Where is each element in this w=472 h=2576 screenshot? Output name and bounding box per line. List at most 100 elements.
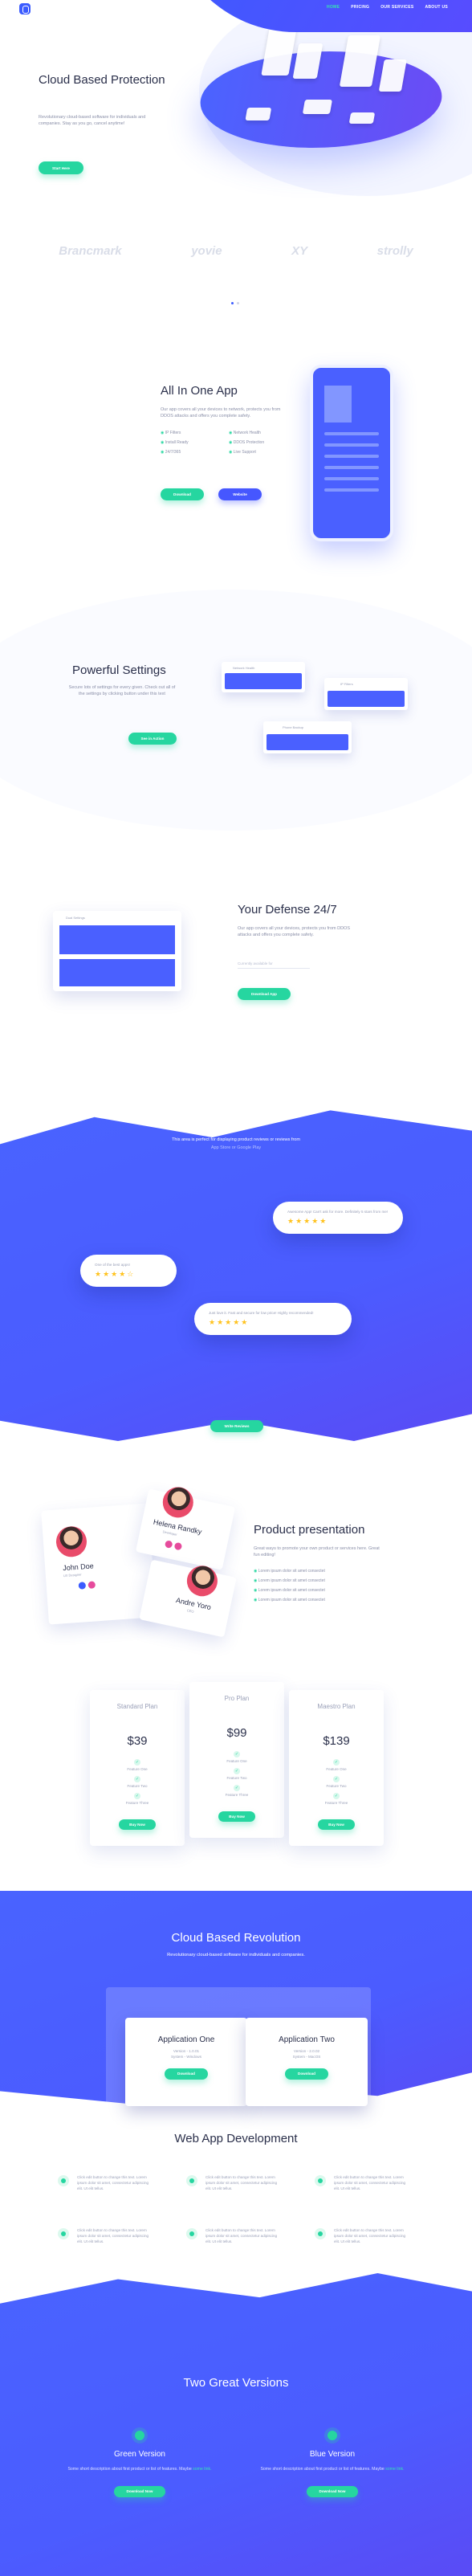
section-title: Powerful Settings — [72, 663, 166, 677]
platform-field[interactable]: Currently available for — [238, 959, 310, 969]
card-label: Dual Settings — [66, 916, 85, 920]
feature-block: Click edit button to change this text. L… — [58, 2228, 154, 2245]
check-item: Lorem ipsum dolor sit amet consectet — [254, 1576, 325, 1586]
feature-block: Click edit button to change this text. L… — [315, 2175, 411, 2192]
settings-card: Network Health — [222, 662, 305, 692]
app-name: Application One — [157, 2035, 215, 2044]
person-role: CEO — [186, 1608, 194, 1614]
version-link[interactable]: some link. — [193, 2467, 211, 2472]
brand-logo: strolly — [376, 244, 413, 258]
feature-item: 24/7/365 — [161, 450, 221, 455]
section-title: All In One App — [161, 384, 238, 398]
download-button[interactable]: Download — [161, 488, 204, 500]
card-label: Network Health — [233, 666, 255, 670]
version-icon — [328, 2431, 337, 2440]
landing-page: HOME PRICING OUR SERVICES ABOUT US Cloud… — [0, 0, 472, 2576]
download-now-button[interactable]: Download Now — [307, 2485, 358, 2497]
feature-icon — [315, 2228, 326, 2239]
feature-text: Click edit button to change this text. L… — [334, 2175, 406, 2190]
nav-link-home[interactable]: HOME — [327, 5, 340, 10]
feature-block: Click edit button to change this text. L… — [186, 2175, 283, 2192]
cloud-revolution-section: Cloud Based Revolution Revolutionary clo… — [0, 1891, 472, 2132]
carousel-dot[interactable] — [237, 302, 239, 304]
social-icons — [164, 1540, 183, 1551]
section-background-wave — [0, 2273, 472, 2576]
section-text: Great ways to promote your own product o… — [254, 1546, 380, 1558]
defense-section: Dual Settings Your Defense 24/7 Our app … — [0, 839, 472, 1080]
write-reviews-button[interactable]: Write Reviews — [210, 1420, 263, 1432]
feature-item: Install Ready — [161, 440, 221, 445]
avatar — [160, 1484, 197, 1521]
start-here-button[interactable]: Start Here — [39, 161, 83, 174]
feature-block: Click edit button to change this text. L… — [186, 2228, 283, 2245]
carousel-dot[interactable] — [231, 302, 234, 304]
feature-icon — [186, 2228, 197, 2239]
logo-icon[interactable] — [19, 3, 31, 14]
section-text: Our app covers all your devices to netwo… — [161, 407, 281, 419]
check-list: Lorem ipsum dolor sit amet consectet Lor… — [254, 1566, 325, 1605]
see-in-action-button[interactable]: See in Action — [128, 733, 177, 745]
instagram-icon[interactable] — [173, 1541, 183, 1551]
buy-now-button[interactable]: Buy Now — [318, 1819, 355, 1830]
nav-links: HOME PRICING OUR SERVICES ABOUT US — [327, 5, 448, 10]
download-app-button[interactable]: Download App — [238, 988, 291, 1000]
website-button[interactable]: Website — [218, 488, 262, 500]
settings-card: IP Filters — [324, 678, 408, 710]
section-title: Web App Development — [174, 2132, 298, 2145]
section-subtitle: Revolutionary cloud-based software for i… — [167, 1953, 305, 1958]
feature-text: Click edit button to change this text. L… — [77, 2175, 149, 2190]
pricing-section: Standard Plan $39 Feature One Feature Tw… — [0, 1658, 472, 1891]
plan-name: Maestro Plan — [317, 1703, 356, 1710]
app-system: System - MacOS — [292, 2054, 321, 2059]
brand-logo: XY — [291, 244, 308, 258]
review-bubble: Awesome App! Can't ask for more. Definit… — [273, 1202, 403, 1235]
profile-card: Andre Yoro CEO — [139, 1559, 237, 1638]
pricing-plan-pro: Pro Plan $99 Feature One Feature Two Fea… — [189, 1682, 284, 1838]
store-links[interactable]: App Store or Google Play — [0, 1145, 472, 1150]
check-item: Lorem ipsum dolor sit amet consectet — [254, 1566, 325, 1576]
plan-feature: Feature One — [189, 1759, 284, 1763]
plan-price: $39 — [127, 1734, 148, 1748]
feature-icon — [186, 2175, 197, 2186]
instagram-icon[interactable] — [87, 1581, 96, 1589]
section-text: Secure lots of settings for every given.… — [68, 685, 176, 697]
buy-now-button[interactable]: Buy Now — [218, 1811, 255, 1822]
hero-title: Cloud Based Protection — [39, 73, 165, 87]
nav-link-pricing[interactable]: PRICING — [351, 5, 369, 10]
download-now-button[interactable]: Download Now — [114, 2485, 165, 2497]
person-name: Helena Randky — [153, 1517, 203, 1537]
app-version: Version - 2.0.02 — [293, 2049, 320, 2053]
version-icon — [135, 2431, 144, 2440]
dual-settings-card: Dual Settings — [53, 911, 181, 991]
section-title: Product presentation — [254, 1523, 365, 1537]
buy-now-button[interactable]: Buy Now — [119, 1819, 156, 1830]
nav-link-about[interactable]: ABOUT US — [425, 5, 448, 10]
plan-feature: Feature Two — [189, 1776, 284, 1780]
download-button[interactable]: Download — [285, 2068, 328, 2080]
section-title: Your Defense 24/7 — [238, 903, 337, 917]
plan-name: Pro Plan — [224, 1695, 250, 1702]
review-bubble: One of the best apps! ★★★★☆ — [80, 1255, 177, 1288]
check-item: Lorem ipsum dolor sit amet consectet — [254, 1595, 325, 1605]
plan-feature: Feature Two — [90, 1784, 185, 1788]
feature-block: Click edit button to change this text. L… — [58, 2175, 154, 2192]
review-bubble: Just love it. Fast and secure for low pr… — [194, 1303, 352, 1336]
review-stars: ★★★★★ — [287, 1217, 328, 1226]
version-block: Blue Version Some short description abou… — [252, 2431, 413, 2497]
all-in-one-section: All In One App Our app covers all your d… — [0, 308, 472, 574]
person-role: UX Designer — [63, 1572, 82, 1578]
feature-item: IP Filters — [161, 431, 221, 435]
facebook-icon[interactable] — [78, 1582, 87, 1590]
plan-price: $139 — [323, 1734, 350, 1748]
dribbble-icon[interactable] — [164, 1540, 173, 1549]
version-description: Some short description about first produ… — [59, 2467, 220, 2473]
version-block: Green Version Some short description abo… — [59, 2431, 220, 2497]
feature-text: Click edit button to change this text. L… — [77, 2228, 149, 2243]
review-text: Just love it. Fast and secure for low pr… — [209, 1311, 314, 1315]
download-button[interactable]: Download — [165, 2068, 208, 2080]
pricing-plan-standard: Standard Plan $39 Feature One Feature Tw… — [90, 1690, 185, 1846]
feature-item: Live Support — [229, 450, 289, 455]
nav-link-services[interactable]: OUR SERVICES — [380, 5, 413, 10]
version-link[interactable]: some link. — [385, 2467, 404, 2472]
feature-icon — [315, 2175, 326, 2186]
